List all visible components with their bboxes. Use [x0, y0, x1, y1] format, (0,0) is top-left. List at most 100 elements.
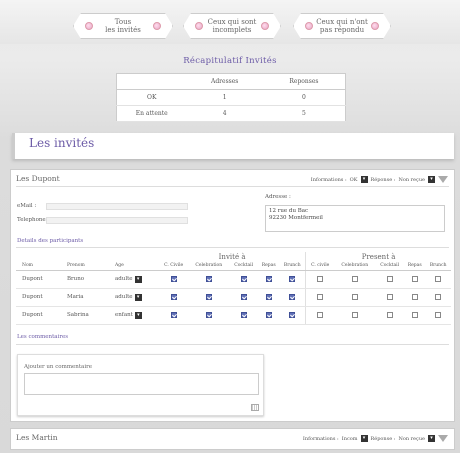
recap-header: Adresses	[186, 73, 263, 90]
present-cell	[375, 288, 405, 307]
recap-cell: 4	[186, 105, 263, 122]
invited-checkbox[interactable]	[170, 275, 177, 282]
info-dropdown-icon[interactable]: ▾	[360, 435, 368, 442]
age-select[interactable]: enfant ▾	[115, 311, 142, 319]
present-cell	[404, 288, 426, 307]
present-checkbox[interactable]	[435, 275, 442, 282]
invited-checkbox[interactable]	[240, 311, 247, 318]
column-header: Prenom	[61, 262, 109, 271]
filter-icon[interactable]	[438, 435, 448, 442]
present-cell	[375, 270, 405, 289]
present-checkbox[interactable]	[317, 293, 324, 300]
participant-lastname: Dupont	[16, 288, 61, 307]
recap-row: OK 1 0	[116, 89, 346, 106]
present-cell	[375, 306, 405, 325]
chevron-down-icon[interactable]: ▾	[134, 311, 142, 319]
invited-checkbox[interactable]	[205, 293, 212, 300]
present-checkbox[interactable]	[351, 275, 358, 282]
invited-checkbox[interactable]	[240, 293, 247, 300]
comment-box: Ajouter un commentaire	[17, 354, 264, 416]
invited-checkbox[interactable]	[289, 293, 296, 300]
family-name: Les Dupont	[16, 174, 60, 183]
nav-incomplete[interactable]: Ceux qui sont incomplets	[183, 13, 281, 39]
participant-firstname: Bruno	[61, 270, 109, 289]
invited-group-header: Invité à	[218, 253, 246, 261]
info-value: Incom	[341, 435, 358, 442]
participant-lastname: Dupont	[16, 270, 61, 289]
age-value: adulte	[115, 294, 133, 300]
pin-icon	[195, 22, 203, 30]
invited-checkbox[interactable]	[170, 293, 177, 300]
present-checkbox[interactable]	[386, 311, 393, 318]
column-header: Age	[109, 262, 159, 271]
info-label: Informations :	[302, 435, 339, 442]
response-label: Réponse :	[370, 435, 396, 442]
response-dropdown-icon[interactable]: ▾	[428, 435, 435, 442]
column-header: Brunch	[279, 262, 306, 271]
participant-row: Dupont Maria adulte ▾	[16, 288, 451, 307]
chevron-down-icon[interactable]: ▾	[134, 293, 142, 301]
invited-checkbox[interactable]	[289, 311, 296, 318]
invited-checkbox[interactable]	[265, 275, 272, 282]
phone-field[interactable]	[46, 217, 188, 224]
invited-checkbox[interactable]	[265, 311, 272, 318]
column-header: Cocktail	[229, 262, 259, 271]
address-label: Adresse :	[265, 194, 291, 200]
present-checkbox[interactable]	[411, 311, 418, 318]
recap-cell: OK	[116, 89, 187, 106]
present-checkbox[interactable]	[317, 275, 324, 282]
present-group-header: Present à	[305, 252, 451, 262]
present-cell	[404, 306, 426, 325]
chevron-down-icon[interactable]: ▾	[134, 275, 142, 283]
comments-title: Les commentaires	[17, 334, 69, 340]
invited-checkbox[interactable]	[265, 293, 272, 300]
address-field[interactable]: 12 rue du Bac 92230 Montfermeil	[265, 205, 445, 232]
info-dropdown-icon[interactable]: ▾	[360, 176, 368, 183]
participant-firstname: Sabrina	[61, 306, 109, 325]
card-status-bar: Informations : OK ▾ Réponse : Non reçue …	[311, 176, 448, 183]
column-header: Nom	[16, 262, 61, 271]
response-dropdown-icon[interactable]: ▾	[428, 176, 435, 183]
invited-cell	[188, 306, 230, 325]
invited-cell	[258, 270, 280, 289]
nav-no-response[interactable]: Ceux qui n'ont pas répondu	[293, 13, 391, 39]
participant-row: Dupont Sabrina enfant ▾	[16, 306, 451, 325]
present-checkbox[interactable]	[386, 275, 393, 282]
recap-row: En attente 4 5	[116, 105, 346, 122]
present-checkbox[interactable]	[411, 275, 418, 282]
participant-lastname: Dupont	[16, 306, 61, 325]
age-select[interactable]: adulte ▾	[115, 293, 142, 301]
nav-all-guests[interactable]: Tous les invités	[73, 13, 173, 39]
pin-icon	[85, 22, 93, 30]
info-value: OK	[349, 176, 358, 183]
present-checkbox[interactable]	[351, 311, 358, 318]
age-value: enfant	[115, 312, 133, 318]
comment-textarea[interactable]	[24, 373, 259, 395]
invited-checkbox[interactable]	[170, 311, 177, 318]
column-header: Celebration	[334, 262, 376, 271]
pin-icon	[305, 22, 313, 30]
invited-checkbox[interactable]	[289, 275, 296, 282]
present-checkbox[interactable]	[386, 293, 393, 300]
recap-header	[116, 73, 187, 90]
invited-cell	[279, 306, 306, 325]
age-select[interactable]: adulte ▾	[115, 275, 142, 283]
recap-cell: 1	[186, 89, 263, 106]
invited-checkbox[interactable]	[205, 275, 212, 282]
invited-checkbox[interactable]	[240, 275, 247, 282]
recap-cell: En attente	[116, 105, 187, 122]
email-label: eMail :	[17, 203, 37, 209]
filter-icon[interactable]	[438, 176, 448, 183]
resize-icon[interactable]	[251, 404, 259, 411]
present-checkbox[interactable]	[435, 311, 442, 318]
participants-table: Invité à Present à Nom Prenom Age C. Civ…	[16, 252, 451, 325]
present-checkbox[interactable]	[411, 293, 418, 300]
present-checkbox[interactable]	[317, 311, 324, 318]
invited-cell	[258, 306, 280, 325]
invited-checkbox[interactable]	[205, 311, 212, 318]
present-checkbox[interactable]	[351, 293, 358, 300]
invited-cell	[159, 306, 189, 325]
email-field[interactable]	[46, 203, 188, 210]
top-navigation: Tous les invités Ceux qui sont incomplet…	[0, 0, 460, 44]
present-checkbox[interactable]	[435, 293, 442, 300]
